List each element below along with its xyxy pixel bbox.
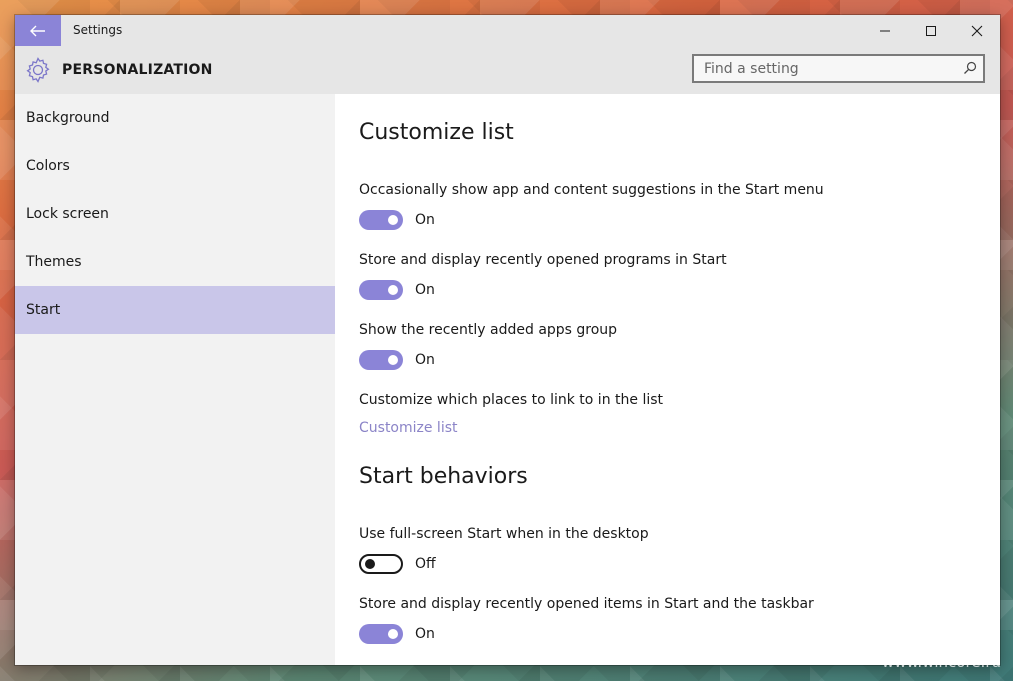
toggle-state-text: Off	[415, 556, 436, 572]
customize-list-link[interactable]: Customize list	[359, 420, 458, 436]
sidebar-item-themes[interactable]: Themes	[15, 238, 335, 286]
back-button[interactable]	[15, 15, 61, 46]
search-icon[interactable]	[963, 61, 977, 75]
toggle-knob	[388, 285, 398, 295]
page-title: PERSONALIZATION	[62, 62, 213, 78]
minimize-icon	[880, 30, 890, 31]
sidebar-item-start[interactable]: Start	[15, 286, 335, 334]
setting-label-places: Customize which places to link to in the…	[359, 392, 664, 408]
toggle-state-text: On	[415, 212, 435, 228]
setting-row-full-screen: Off	[359, 554, 436, 574]
toggle-full-screen[interactable]	[359, 554, 403, 574]
toggle-state-text: On	[415, 626, 435, 642]
setting-label-full-screen: Use full-screen Start when in the deskto…	[359, 526, 649, 542]
search-box[interactable]	[692, 54, 985, 83]
setting-row-suggestions: On	[359, 210, 435, 230]
setting-row-recent-programs: On	[359, 280, 435, 300]
close-icon	[971, 25, 983, 36]
gear-icon	[26, 57, 50, 83]
main-content: Customize list Occasionally show app and…	[335, 94, 1000, 665]
toggle-state-text: On	[415, 352, 435, 368]
setting-row-recent-items: On	[359, 624, 435, 644]
maximize-button[interactable]	[908, 15, 954, 46]
sidebar-item-colors[interactable]: Colors	[15, 142, 335, 190]
minimize-button[interactable]	[862, 15, 908, 46]
sidebar-item-lock-screen[interactable]: Lock screen	[15, 190, 335, 238]
toggle-knob	[365, 559, 375, 569]
toggle-state-text: On	[415, 282, 435, 298]
toggle-suggestions[interactable]	[359, 210, 403, 230]
setting-row-recently-added: On	[359, 350, 435, 370]
settings-window: Settings PERSONALIZATION Background	[15, 15, 1000, 665]
sidebar: Background Colors Lock screen Themes Sta…	[15, 94, 335, 665]
page-header: PERSONALIZATION	[15, 46, 1000, 94]
setting-label-recent-items: Store and display recently opened items …	[359, 596, 814, 612]
maximize-icon	[926, 25, 936, 36]
toggle-recently-added[interactable]	[359, 350, 403, 370]
close-button[interactable]	[954, 15, 1000, 46]
section-title-customize-list: Customize list	[359, 120, 514, 145]
watermark: www.wincore.ru	[881, 653, 1001, 671]
section-title-start-behaviors: Start behaviors	[359, 464, 528, 489]
window-title: Settings	[73, 23, 123, 37]
toggle-knob	[388, 629, 398, 639]
back-arrow-icon	[30, 25, 45, 36]
toggle-knob	[388, 215, 398, 225]
toggle-knob	[388, 355, 398, 365]
toggle-recent-programs[interactable]	[359, 280, 403, 300]
search-input[interactable]	[694, 56, 954, 81]
title-bar: Settings	[15, 15, 1000, 46]
setting-label-recently-added: Show the recently added apps group	[359, 322, 618, 338]
toggle-recent-items[interactable]	[359, 624, 403, 644]
sidebar-item-background[interactable]: Background	[15, 94, 335, 142]
setting-label-recent-programs: Store and display recently opened progra…	[359, 252, 727, 268]
setting-label-suggestions: Occasionally show app and content sugges…	[359, 182, 824, 198]
